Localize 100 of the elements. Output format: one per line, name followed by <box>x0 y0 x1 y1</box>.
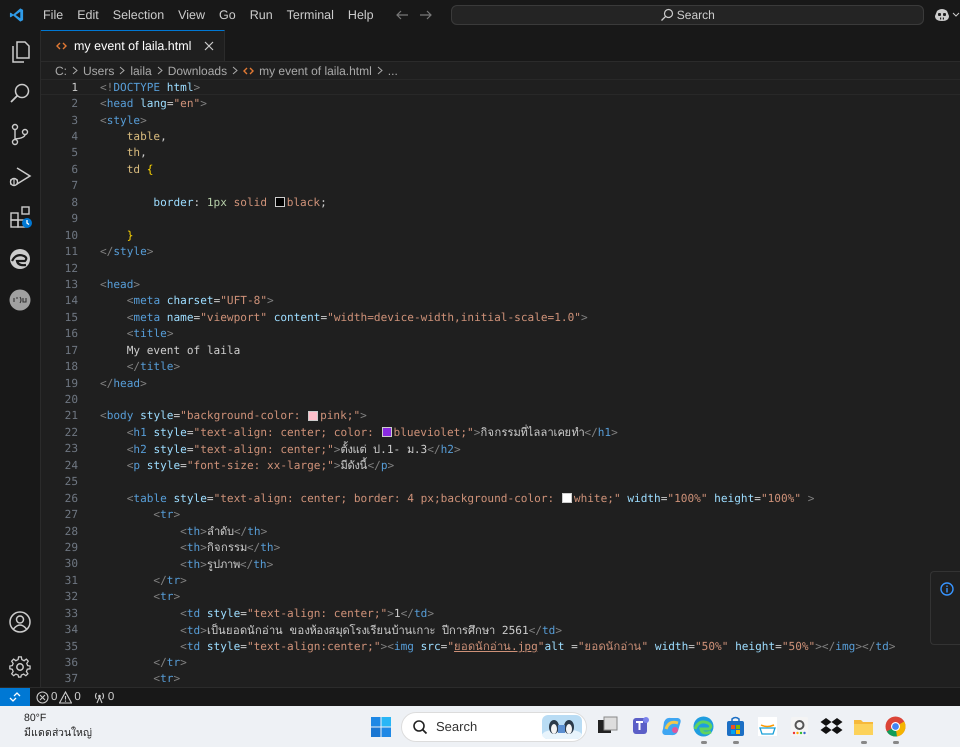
menu-item[interactable]: Terminal <box>280 6 341 24</box>
account-icon[interactable] <box>8 610 32 634</box>
swirl-icon[interactable] <box>8 246 32 270</box>
line-number: 22 <box>64 426 79 439</box>
remote-icon <box>9 691 21 703</box>
menu-item[interactable]: Selection <box>106 6 172 24</box>
code-line: </head> <box>100 376 147 390</box>
browser-icon[interactable] <box>692 715 715 738</box>
line-number: 29 <box>64 540 79 554</box>
warning-icon <box>59 690 72 704</box>
forward-arrow-icon[interactable] <box>418 8 433 22</box>
line-number: 28 <box>64 524 79 538</box>
line-number: 32 <box>64 590 79 604</box>
start-icon[interactable] <box>370 716 392 738</box>
line-number: 24 <box>64 458 79 472</box>
color-swatch-icon[interactable] <box>562 493 572 504</box>
code-line: <style> <box>100 114 147 127</box>
line-number: 9 <box>70 212 79 226</box>
code-line: blueviolet;">กิจกรรมที่ไลลาเคยทำ</h1> <box>394 424 618 442</box>
code-line: <head lang="en"> <box>100 97 207 110</box>
line-number: 15 <box>64 310 79 324</box>
line-number: 16 <box>64 327 79 340</box>
line-number: 23 <box>64 442 79 456</box>
chevron-right-icon <box>119 66 126 75</box>
code-line: <table style="text-align: center; border: 4 px;background-color: <box>126 492 556 505</box>
settings-icon[interactable] <box>8 655 32 679</box>
color-swatch-icon[interactable] <box>274 197 285 208</box>
code-line: <p style="font-size: xx-large;">มีดังนี้</p> <box>126 456 394 474</box>
menu-item[interactable]: View <box>171 6 212 24</box>
status-count[interactable]: 0 <box>108 691 114 703</box>
editor-tab[interactable]: my event of laila.html <box>41 30 226 61</box>
line-number: 13 <box>64 278 79 291</box>
breadcrumb-item[interactable]: Downloads <box>168 64 228 78</box>
code-line: </tr> <box>152 574 187 587</box>
code-line: <title> <box>126 327 174 340</box>
line-number: 25 <box>64 475 79 488</box>
code-line: <body style="background-color: <box>100 409 302 422</box>
line-number: 35 <box>64 640 79 653</box>
shopping-bag-icon[interactable] <box>724 715 747 738</box>
code-line: pink;"> <box>320 409 367 422</box>
code-line: <th>กิจกรรม</th> <box>179 540 280 556</box>
copilot-button[interactable] <box>934 8 960 22</box>
line-number: 12 <box>64 262 79 275</box>
line-number: 5 <box>70 146 79 160</box>
color-swatch-icon[interactable] <box>382 427 392 438</box>
search-field[interactable]: Search <box>401 712 587 742</box>
line-number: 14 <box>64 294 79 308</box>
extensions-icon[interactable] <box>8 205 32 229</box>
code-line: <td style="text-align:center;"><img src="ยอดนักอ่าน.jpg"alt ="ยอดนักอ่าน" width="50%" height="50%"></img></td> <box>179 639 896 656</box>
chrome-icon[interactable] <box>884 715 907 738</box>
code-line: } <box>126 228 134 242</box>
remote-button[interactable] <box>0 688 30 706</box>
back-arrow-icon[interactable] <box>394 8 409 22</box>
menu-item[interactable]: Run <box>242 6 280 24</box>
code-line: table, <box>126 130 167 144</box>
color-swatch-icon[interactable] <box>308 410 318 421</box>
code-line: white;" width="100%" height="100%" > <box>574 492 814 505</box>
code-line: <meta charset="UFT-8"> <box>126 294 274 308</box>
code-line: </style> <box>100 245 154 258</box>
line-number: 4 <box>70 130 79 144</box>
line-number: 8 <box>70 196 79 209</box>
weather-label[interactable]: มีแดดส่วนใหญ่ <box>24 724 324 741</box>
breadcrumb-item[interactable]: laila <box>130 64 152 78</box>
menu-item[interactable]: Help <box>340 6 381 24</box>
code-line: <th>ลำดับ</th> <box>179 524 268 540</box>
line-number: 3 <box>70 114 79 127</box>
error-icon <box>36 690 49 704</box>
line-number: 2 <box>70 97 79 110</box>
menu-item[interactable]: File <box>36 6 70 24</box>
line-number: 20 <box>64 393 79 406</box>
temperature-label[interactable]: 80°F <box>24 712 324 724</box>
menu-item[interactable]: Go <box>212 6 243 24</box>
chevron-down-icon <box>952 12 960 18</box>
line-number: 34 <box>64 623 79 636</box>
breadcrumb-item[interactable]: my event of laila.html <box>259 64 372 78</box>
search-field[interactable]: Search <box>450 5 924 25</box>
code-line: <th>รูปภาพ</th> <box>179 556 274 573</box>
code-line: <h2 style="text-align: center;">ตั้งแต่ ป.1- ม.3</h2> <box>126 440 461 457</box>
code-line: td { <box>126 162 154 176</box>
line-number: 37 <box>64 672 79 686</box>
code-line: border: 1px solid <box>152 196 268 209</box>
breadcrumb-item[interactable]: C: <box>55 64 67 78</box>
status-count[interactable]: 0 <box>51 691 58 703</box>
breadcrumb-item[interactable]: ... <box>388 64 398 78</box>
line-number: 11 <box>64 245 79 258</box>
line-number: 19 <box>64 376 79 390</box>
antenna-icon <box>92 690 106 704</box>
close-icon[interactable] <box>204 41 214 51</box>
cart-icon[interactable] <box>756 715 779 738</box>
logo-icon <box>9 7 24 23</box>
line-number: 26 <box>64 492 79 505</box>
code-line: <tr> <box>152 590 180 604</box>
bag-icon[interactable] <box>788 715 811 738</box>
status-count[interactable]: 0 <box>74 691 81 703</box>
menu-item[interactable]: Edit <box>70 6 106 24</box>
line-number: 10 <box>64 228 79 242</box>
robot-icon <box>934 8 950 22</box>
breadcrumb-item[interactable]: Users <box>83 64 114 78</box>
line-number: 33 <box>64 606 79 620</box>
code-line: </title> <box>126 360 180 374</box>
